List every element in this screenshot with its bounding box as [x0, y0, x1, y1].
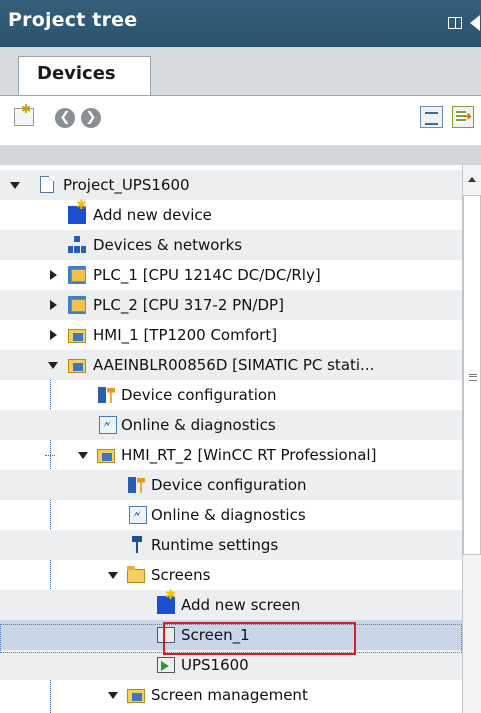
tree-item-label: PLC_2 [CPU 317-2 PN/DP] — [93, 296, 284, 314]
tree-item-label: Device configuration — [121, 386, 277, 404]
project-tree-titlebar: Project tree — [0, 0, 481, 47]
tree-row[interactable]: Online & diagnostics — [0, 500, 462, 530]
device-configuration-icon — [127, 476, 145, 494]
folder-open-icon — [127, 566, 145, 584]
hmi-runtime-folder-icon — [97, 446, 115, 464]
tree-item-label: HMI_RT_2 [WinCC RT Professional] — [121, 446, 377, 464]
tree-row[interactable]: PLC_1 [CPU 1214C DC/DC/Rly] — [0, 260, 462, 290]
forward-icon[interactable]: ❯ — [81, 108, 101, 128]
tree-row[interactable]: HMI_RT_2 [WinCC RT Professional] — [0, 440, 462, 470]
tree-item-label: UPS1600 — [181, 656, 249, 674]
detail-view-icon[interactable] — [420, 106, 443, 128]
highlight-box — [163, 622, 356, 655]
tree-header-band — [0, 145, 481, 165]
runtime-settings-icon — [128, 536, 146, 554]
expand-arrow-icon[interactable] — [50, 300, 57, 310]
expand-arrow-icon[interactable] — [10, 182, 20, 189]
tree-item-label: Screen management — [151, 686, 308, 704]
tree-item-label: Online & diagnostics — [151, 506, 306, 524]
tree-row[interactable]: Add new device — [0, 198, 462, 230]
pc-station-folder-icon — [68, 356, 86, 374]
hmi-folder-icon — [68, 326, 86, 344]
tree-item-label: HMI_1 [TP1200 Comfort] — [93, 326, 278, 344]
tree-item-label: Add new device — [93, 206, 212, 224]
tree-toolbar: ❮ ❯ — [0, 95, 481, 145]
expand-arrow-icon[interactable] — [78, 452, 88, 459]
project-icon — [40, 176, 54, 193]
tree-item-label: Add new screen — [181, 596, 301, 614]
add-screen-icon — [157, 588, 176, 614]
screen-management-folder-icon — [127, 686, 145, 704]
back-icon[interactable]: ❮ — [55, 108, 75, 128]
tree-row[interactable]: Devices & networks — [0, 230, 462, 260]
network-icon — [68, 236, 86, 254]
online-diagnostics-icon — [129, 506, 147, 524]
tree-item-label: Project_UPS1600 — [63, 176, 190, 194]
vertical-scrollbar[interactable] — [462, 165, 481, 713]
expand-arrow-icon[interactable] — [50, 270, 57, 280]
scroll-grip-icon — [469, 374, 477, 381]
expand-arrow-icon[interactable] — [48, 362, 58, 369]
tree-row[interactable]: Device configuration — [0, 470, 462, 500]
tree-row[interactable]: Project_UPS1600 — [0, 170, 462, 200]
plc-folder-icon — [68, 296, 86, 314]
expand-arrow-icon[interactable] — [108, 692, 118, 699]
tree-row[interactable]: AAEINBLR00856D [SIMATIC PC stati... — [0, 350, 462, 380]
tree-item-label: Online & diagnostics — [121, 416, 276, 434]
new-icon[interactable] — [14, 102, 34, 126]
tab-devices[interactable]: Devices — [18, 56, 151, 96]
export-icon[interactable] — [452, 106, 474, 128]
tree-item-label: PLC_1 [CPU 1214C DC/DC/Rly] — [93, 266, 321, 284]
panel-layout-icon[interactable] — [448, 17, 462, 29]
tree-row[interactable]: Runtime settings — [0, 530, 462, 560]
plc-folder-icon — [68, 266, 86, 284]
tree-row[interactable]: Add new screen — [0, 588, 462, 620]
collapse-panel-icon[interactable] — [470, 15, 480, 31]
scroll-thumb[interactable] — [463, 195, 481, 555]
tree-row[interactable]: Online & diagnostics — [0, 410, 462, 440]
tree-row[interactable]: HMI_1 [TP1200 Comfort] — [0, 320, 462, 350]
tree-row[interactable]: Screens — [0, 560, 462, 590]
tree-row[interactable]: Screen management — [0, 680, 462, 710]
add-device-icon — [68, 198, 87, 224]
tree-item-label: Runtime settings — [151, 536, 279, 554]
tree-item-label: Devices & networks — [93, 236, 243, 254]
expand-arrow-icon[interactable] — [108, 572, 118, 579]
tree-row[interactable]: Device configuration — [0, 380, 462, 410]
start-screen-icon — [157, 657, 175, 673]
device-configuration-icon — [97, 386, 115, 404]
expand-arrow-icon[interactable] — [50, 330, 57, 340]
tree-item-label: Device configuration — [151, 476, 307, 494]
tab-strip: Devices — [0, 47, 481, 96]
online-diagnostics-icon — [99, 416, 117, 434]
tree-item-label: Screens — [151, 566, 211, 584]
scroll-up-icon[interactable] — [468, 177, 476, 182]
tree-item-label: AAEINBLR00856D [SIMATIC PC stati... — [93, 356, 375, 374]
tree-row[interactable]: PLC_2 [CPU 317-2 PN/DP] — [0, 290, 462, 320]
panel-title: Project tree — [8, 9, 138, 31]
